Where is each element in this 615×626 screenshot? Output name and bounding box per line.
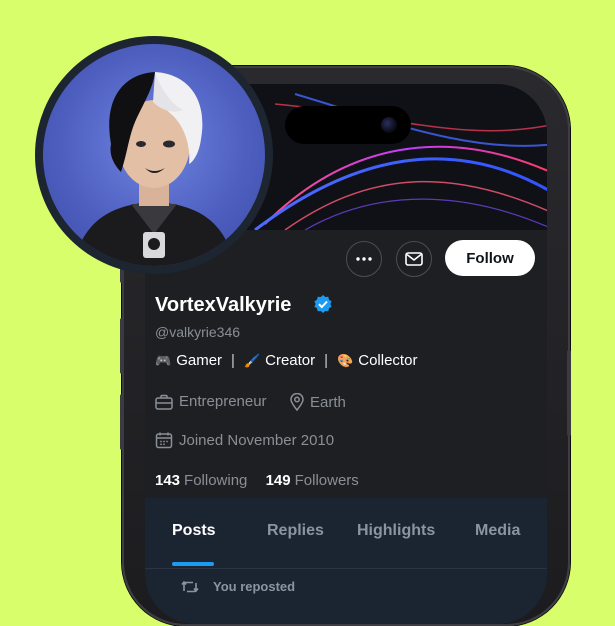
calendar-icon [155,432,173,449]
tab-replies[interactable]: Replies [267,522,324,540]
joined-field: Joined November 2010 [155,431,334,449]
avatar-image [43,44,265,266]
following-label: Following [184,472,248,489]
follow-button[interactable]: Follow [445,240,535,276]
tab-media[interactable]: Media [475,522,520,540]
location-text: Earth [310,393,346,411]
followers-link[interactable]: 149 Followers [266,472,359,489]
divider: | [324,352,329,369]
repost-text: You reposted [213,579,296,594]
gamepad-icon: 🎮 [155,352,172,368]
following-link[interactable]: 143 Following [155,472,247,489]
occupation-field: Entrepreneur [155,393,267,410]
more-button[interactable] [346,241,382,277]
avatar[interactable] [35,36,273,274]
occupation-text: Entrepreneur [179,393,267,410]
brush-icon: 🖌️ [243,352,261,368]
tab-posts[interactable]: Posts [172,522,216,540]
feed: You reposted [145,568,547,624]
bio-tag: Collector [358,352,418,369]
briefcase-icon [155,394,173,410]
palette-icon: 🎨 [337,352,354,368]
camera-icon [381,117,397,133]
mail-icon [405,252,423,266]
active-tab-indicator [172,562,214,566]
phone-side-button [120,318,124,374]
following-count: 143 [155,472,181,489]
message-button[interactable] [396,241,432,277]
bio-tag: Gamer [176,352,223,369]
followers-count: 149 [265,472,291,489]
repost-icon [181,580,199,592]
location-pin-icon [290,393,304,411]
phone-side-button [120,394,124,450]
bio-tags: 🎮 Gamer | 🖌️ Creator | 🎨 Collector [155,352,417,369]
follow-stats: 143 Following 149 Followers [155,472,359,489]
phone-side-button [567,350,571,436]
display-name: VortexValkyrie [155,294,292,316]
bio-tag: Creator [265,352,316,369]
avatar-illustration [73,72,235,266]
more-horizontal-icon [356,257,372,261]
followers-label: Followers [294,472,359,489]
profile-tabs: Posts Replies Highlights Media [145,498,547,568]
location-field: Earth [290,393,346,411]
tab-highlights[interactable]: Highlights [357,522,435,540]
profile-header: Follow VortexValkyrie @valkyrie346 🎮 Gam… [145,230,547,498]
dynamic-island [285,106,411,144]
handle: @valkyrie346 [155,324,241,340]
divider: | [231,352,235,369]
joined-text: Joined November 2010 [179,431,335,449]
verified-badge-icon [314,295,332,313]
repost-indicator: You reposted [181,579,295,594]
